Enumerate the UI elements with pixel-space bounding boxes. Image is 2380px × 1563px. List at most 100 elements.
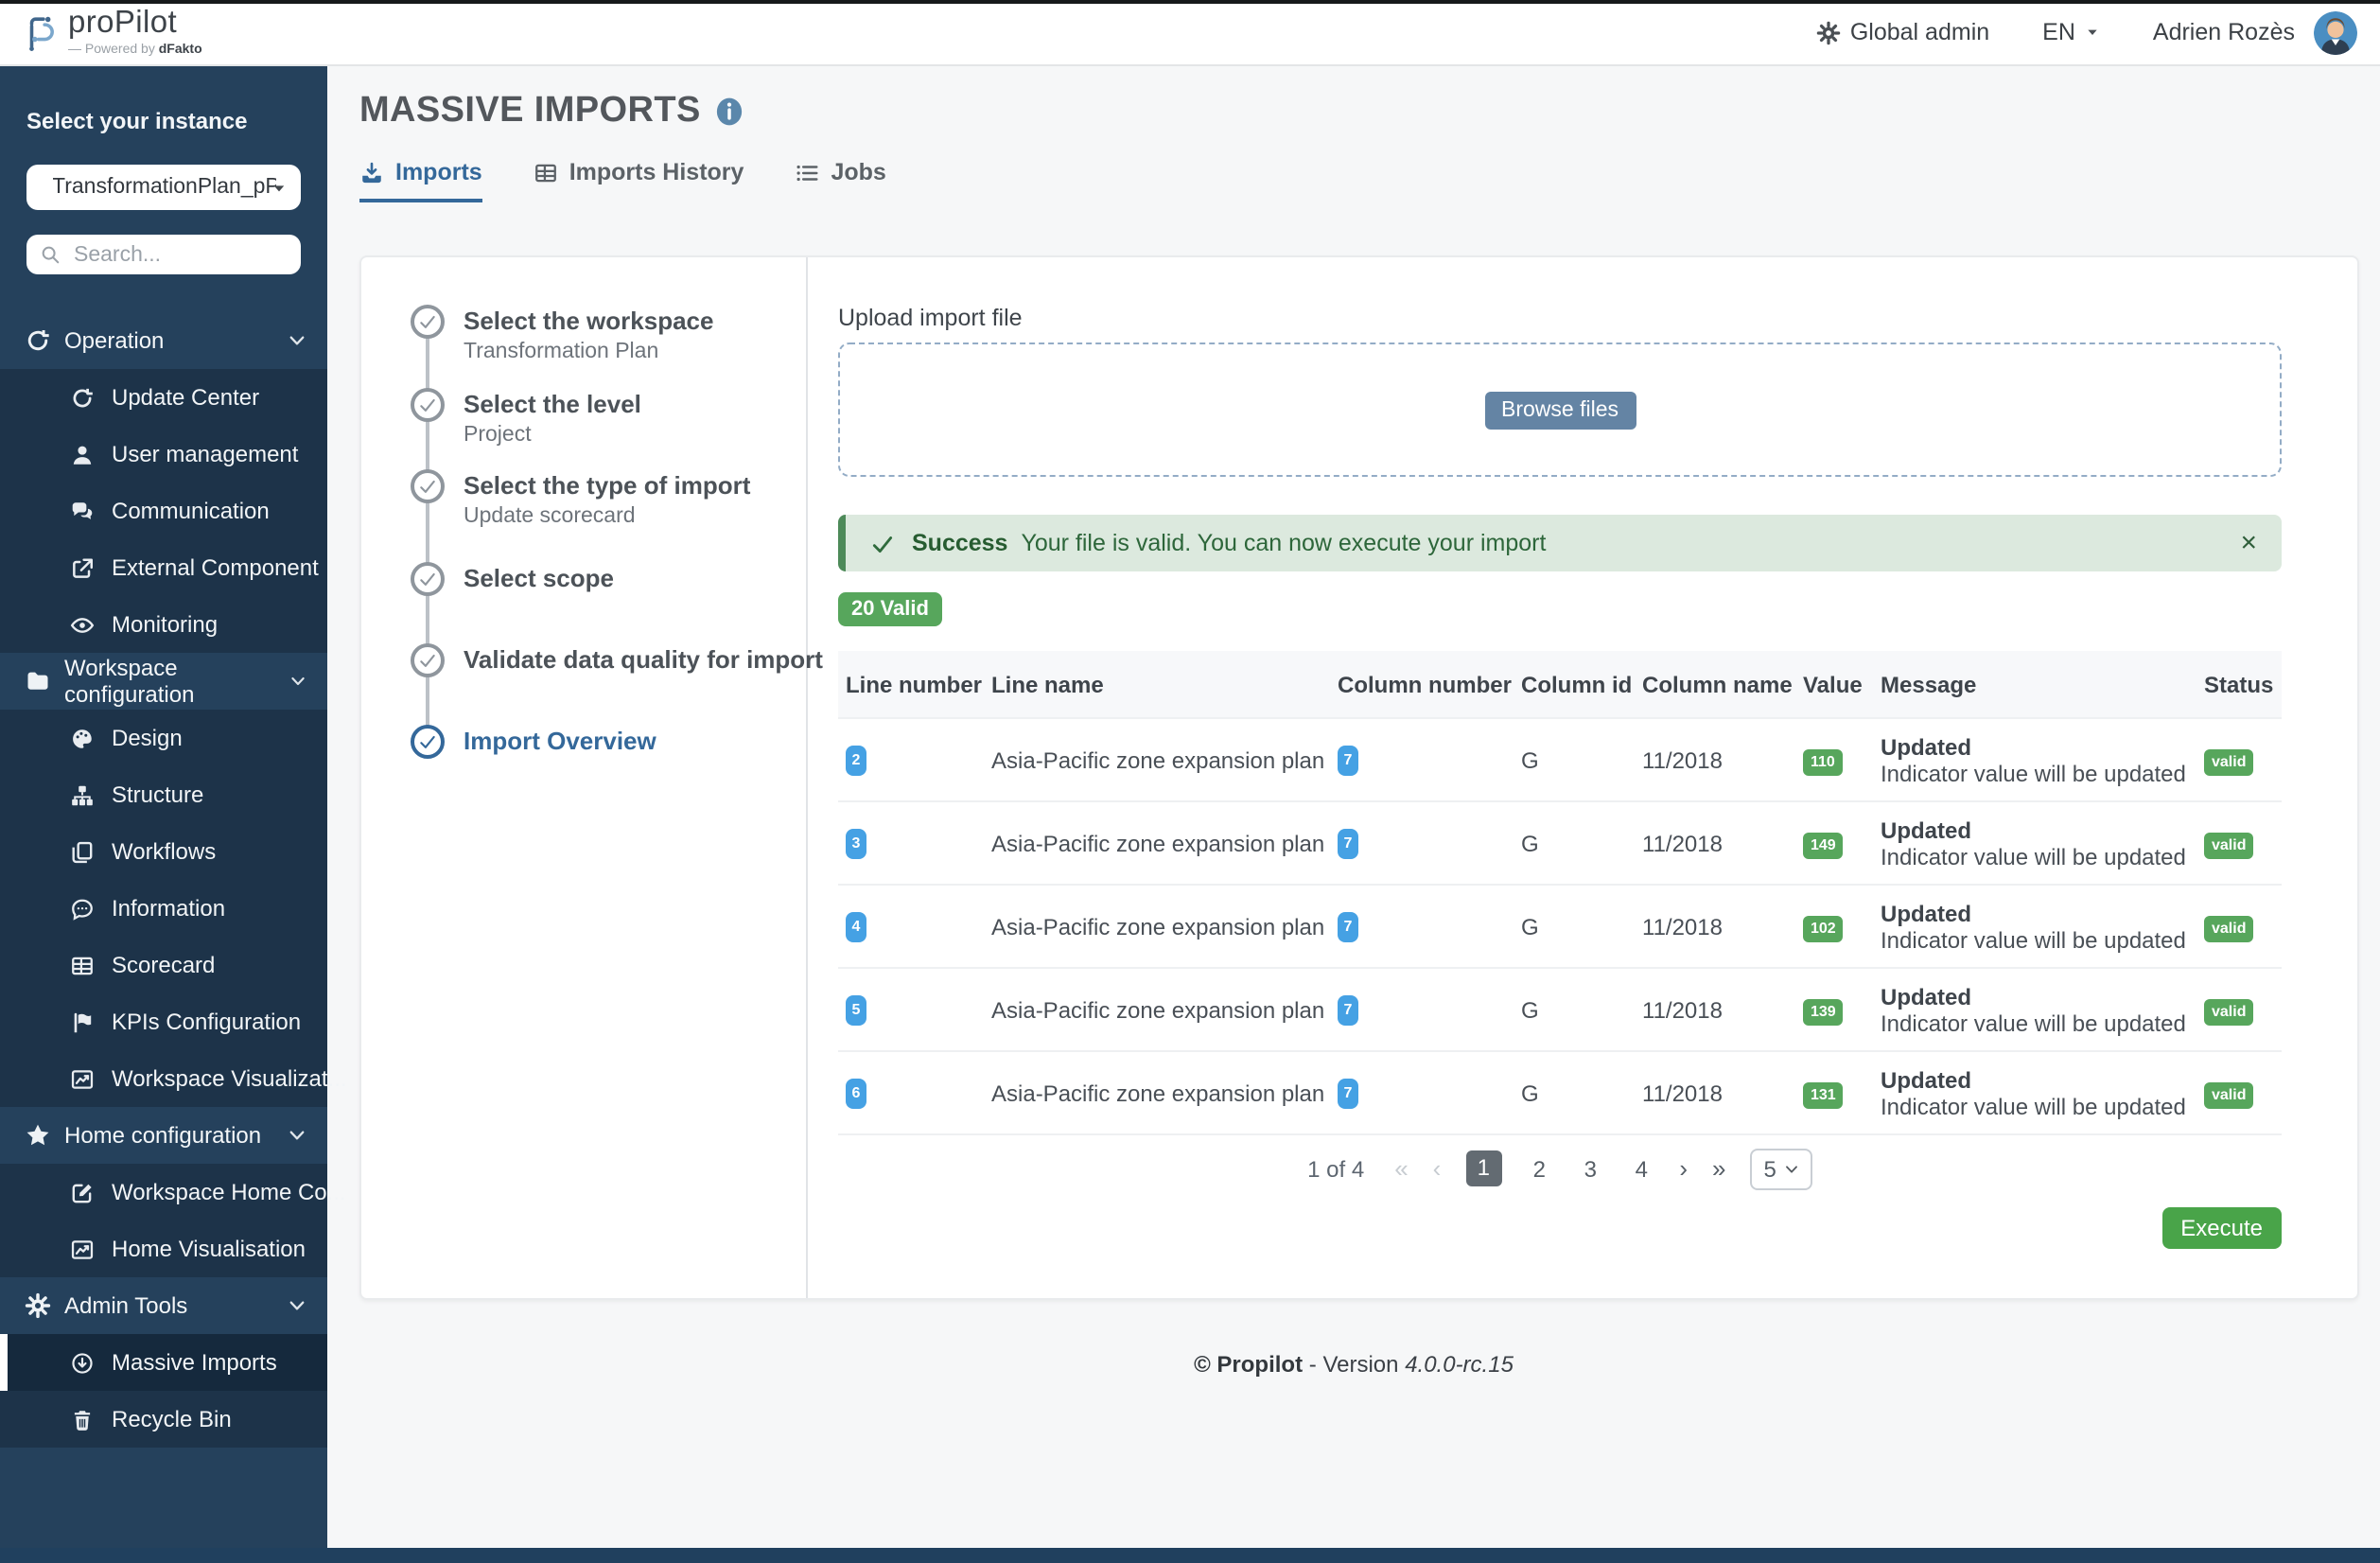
line-number-badge: 4 xyxy=(846,912,866,942)
table-row: 2Asia-Pacific zone expansion plan7G11/20… xyxy=(838,719,2282,802)
step-subtitle: Project xyxy=(464,424,641,447)
cell-message: UpdatedIndicator value will be updated xyxy=(1873,817,2196,869)
cell-line-number: 2 xyxy=(838,744,984,776)
sidebar-item-information[interactable]: Information xyxy=(0,880,327,937)
previous-page-button[interactable]: ‹ xyxy=(1433,1154,1442,1183)
app-window: proPilot — Powered by dFakto Global admi… xyxy=(0,0,2380,1563)
page-button-3[interactable]: 3 xyxy=(1577,1155,1603,1182)
avatar[interactable] xyxy=(2314,10,2357,54)
sidebar-item-workspace-visualizat[interactable]: Workspace Visualizat... xyxy=(0,1050,327,1107)
cell-message: UpdatedIndicator value will be updated xyxy=(1873,900,2196,953)
step-import-overview[interactable]: Import Overview xyxy=(411,725,656,759)
list-icon xyxy=(795,160,819,184)
step-title: Select scope xyxy=(464,564,614,592)
cell-line-name: Asia-Pacific zone expansion plan xyxy=(984,1080,1330,1106)
sidebar-item-communication[interactable]: Communication xyxy=(0,483,327,539)
page-summary: 1 of 4 xyxy=(1307,1155,1364,1182)
sidebar-item-external-component[interactable]: External Component xyxy=(0,539,327,596)
sidebar-item-label: Update Center xyxy=(112,384,259,411)
close-icon[interactable]: × xyxy=(2240,529,2257,557)
chat-icon xyxy=(70,499,95,523)
step-subtitle: Update scorecard xyxy=(464,505,750,528)
search-icon xyxy=(40,244,61,265)
cell-message: UpdatedIndicator value will be updated xyxy=(1873,983,2196,1036)
status-badge: valid xyxy=(2204,998,2253,1025)
page-size-select[interactable]: 5 xyxy=(1751,1148,1812,1189)
browse-files-button[interactable]: Browse files xyxy=(1484,391,1636,429)
execute-button[interactable]: Execute xyxy=(2161,1207,2282,1249)
line-number-badge: 2 xyxy=(846,746,866,776)
sidebar-item-label: Design xyxy=(112,725,183,751)
step-title: Import Overview xyxy=(464,727,656,755)
page-button-4[interactable]: 4 xyxy=(1628,1155,1654,1182)
tab-label: Imports History xyxy=(569,159,744,185)
message-detail: Indicator value will be updated xyxy=(1881,1010,2196,1036)
step-title: Validate data quality for import xyxy=(464,645,823,674)
table-row: 5Asia-Pacific zone expansion plan7G11/20… xyxy=(838,969,2282,1052)
global-admin-menu[interactable]: Global admin xyxy=(1816,19,1989,45)
language-selector[interactable]: EN xyxy=(2042,19,2100,45)
user-name: Adrien Rozès xyxy=(2153,19,2295,45)
column-header-column-id: Column id xyxy=(1514,671,1635,697)
step-select-scope[interactable]: Select scope xyxy=(411,562,614,596)
page-button-2[interactable]: 2 xyxy=(1526,1155,1552,1182)
search-input[interactable] xyxy=(70,241,288,268)
step-text: Select scope xyxy=(464,564,614,592)
sidebar-item-workspace-home-co[interactable]: Workspace Home Co... xyxy=(0,1164,327,1221)
sidebar-item-design[interactable]: Design xyxy=(0,710,327,766)
first-page-button[interactable]: « xyxy=(1394,1154,1408,1183)
sidebar-item-update-center[interactable]: Update Center xyxy=(0,369,327,426)
step-select-the-level[interactable]: Select the levelProject xyxy=(411,388,641,447)
step-select-the-workspace[interactable]: Select the workspaceTransformation Plan xyxy=(411,305,713,363)
sidebar-item-user-management[interactable]: User management xyxy=(0,426,327,483)
check-icon xyxy=(870,531,895,555)
column-number-badge: 7 xyxy=(1338,912,1358,942)
step-select-the-type-of-import[interactable]: Select the type of importUpdate scorecar… xyxy=(411,469,750,528)
sidebar-item-label: Recycle Bin xyxy=(112,1406,232,1432)
step-check-circle xyxy=(411,469,445,503)
sidebar-item-structure[interactable]: Structure xyxy=(0,766,327,823)
sidebar-item-recycle-bin[interactable]: Recycle Bin xyxy=(0,1391,327,1448)
sidebar-section-home-configuration[interactable]: Home configuration xyxy=(0,1107,327,1164)
sidebar-item-workflows[interactable]: Workflows xyxy=(0,823,327,880)
page-button-1[interactable]: 1 xyxy=(1465,1150,1501,1186)
sidebar-item-home-visualisation[interactable]: Home Visualisation xyxy=(0,1221,327,1277)
sidebar-section-admin-tools[interactable]: Admin Tools xyxy=(0,1277,327,1334)
sidebar-item-label: Workflows xyxy=(112,838,216,865)
step-validate-data-quality-for-import[interactable]: Validate data quality for import xyxy=(411,643,823,677)
tab-imports[interactable]: Imports xyxy=(359,159,482,202)
check-icon xyxy=(418,651,437,670)
tab-imports-history[interactable]: Imports History xyxy=(534,159,744,202)
download-tray-icon xyxy=(359,160,384,184)
cell-column-name: 11/2018 xyxy=(1635,1080,1795,1106)
sidebar-item-massive-imports[interactable]: Massive Imports xyxy=(0,1334,327,1391)
table-header: Line numberLine nameColumn numberColumn … xyxy=(838,651,2282,719)
sidebar-item-label: KPIs Configuration xyxy=(112,1009,301,1035)
comment-icon xyxy=(70,896,95,921)
step-check-circle xyxy=(411,388,445,422)
brand-logo: proPilot — Powered by dFakto xyxy=(23,9,202,57)
sidebar-section-operation[interactable]: Operation xyxy=(0,312,327,369)
next-page-button[interactable]: › xyxy=(1679,1154,1688,1183)
cell-column-id: G xyxy=(1514,830,1635,856)
sidebar-item-kpis-configuration[interactable]: KPIs Configuration xyxy=(0,993,327,1050)
instance-select[interactable]: TransformationPlan_pPCom... xyxy=(26,165,301,210)
tab-jobs[interactable]: Jobs xyxy=(795,159,885,202)
language-label: EN xyxy=(2042,19,2075,45)
cell-value: 110 xyxy=(1795,745,1873,775)
check-icon xyxy=(418,570,437,588)
cell-column-name: 11/2018 xyxy=(1635,996,1795,1023)
user-menu[interactable]: Adrien Rozès xyxy=(2153,19,2295,45)
sidebar-item-scorecard[interactable]: Scorecard xyxy=(0,937,327,993)
sidebar-section-workspace-configuration[interactable]: Workspace configuration xyxy=(0,653,327,710)
alert-title: Success xyxy=(912,530,1007,556)
cell-value: 131 xyxy=(1795,1078,1873,1108)
sidebar-item-monitoring[interactable]: Monitoring xyxy=(0,596,327,653)
last-page-button[interactable]: » xyxy=(1712,1154,1725,1183)
sidebar-item-label: Home Visualisation xyxy=(112,1236,306,1262)
cell-column-number: 7 xyxy=(1330,910,1514,942)
info-icon[interactable] xyxy=(716,97,744,127)
upload-dropzone[interactable]: Browse files xyxy=(838,342,2282,477)
trash-icon xyxy=(70,1407,95,1431)
message-detail: Indicator value will be updated xyxy=(1881,843,2196,869)
